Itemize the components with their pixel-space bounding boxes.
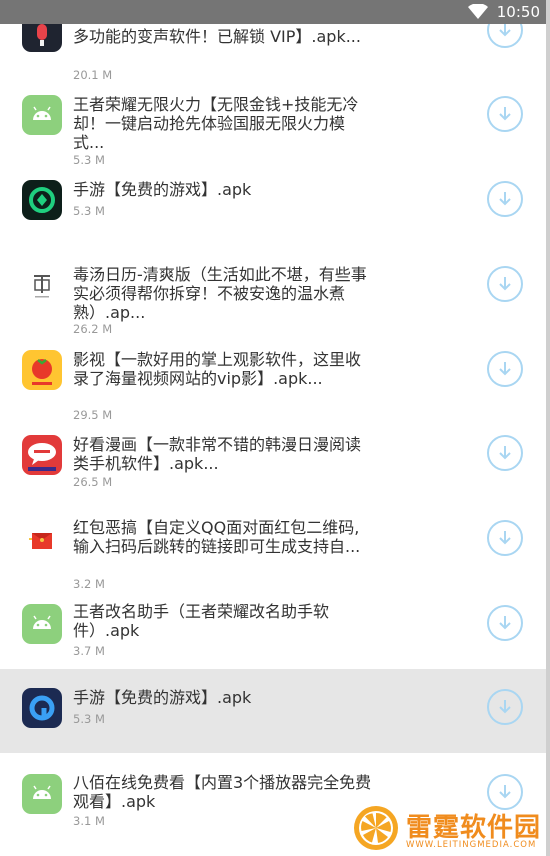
download-icon <box>499 192 511 206</box>
item-size: 5.3 M <box>73 153 105 167</box>
download-button[interactable] <box>487 96 523 132</box>
download-button[interactable] <box>487 520 523 556</box>
download-button[interactable] <box>487 605 523 641</box>
download-button[interactable] <box>487 351 523 387</box>
download-button[interactable] <box>487 181 523 217</box>
status-bar: 10:50 <box>0 0 550 24</box>
calendar-app-icon <box>22 265 62 305</box>
download-icon <box>499 23 511 37</box>
android-icon <box>22 774 62 814</box>
item-size: 20.1 M <box>73 68 113 82</box>
list-item[interactable]: 毒汤日历-清爽版（生活如此不堪，有些事实必须得帮你拆穿！不被安逸的温水煮熟）.a… <box>0 256 546 342</box>
item-title: 手游【免费的游戏】.apk <box>73 180 252 199</box>
download-icon <box>499 107 511 121</box>
item-title: 好看漫画【一款非常不错的韩漫日漫阅读类手机软件】.apk... <box>73 435 362 473</box>
watermark-name: 雷霆软件园 <box>406 813 542 843</box>
download-icon <box>499 362 511 376</box>
download-icon <box>499 531 511 545</box>
tomato-video-icon <box>22 350 62 390</box>
game-app-icon-blue <box>22 688 62 728</box>
list-item[interactable]: 王者改名助手（王者荣耀改名助手软件）.apk 3.7 M <box>0 596 546 669</box>
item-title: 红包恶搞【自定义QQ面对面红包二维码,输入扫码后跳转的链接即可生成支持自... <box>73 518 361 556</box>
download-icon <box>499 446 511 460</box>
download-button[interactable] <box>487 689 523 725</box>
download-icon <box>499 616 511 630</box>
download-button[interactable] <box>487 266 523 302</box>
item-title: 多功能的变声软件！已解锁 VIP】.apk... <box>73 27 361 46</box>
item-size: 26.5 M <box>73 475 113 489</box>
download-button[interactable] <box>487 435 523 471</box>
download-icon <box>499 785 511 799</box>
item-size: 3.1 M <box>73 814 105 828</box>
item-title: 八佰在线免费看【内置3个播放器完全免费观看】.apk <box>73 773 372 811</box>
item-title: 毒汤日历-清爽版（生活如此不堪，有些事实必须得帮你拆穿！不被安逸的温水煮熟）.a… <box>73 265 367 322</box>
item-title: 王者荣耀无限火力【无限金钱+技能无冷却！一键启动抢先体验国服无限火力模式... <box>73 95 359 152</box>
item-size: 3.7 M <box>73 644 105 658</box>
item-size: 3.2 M <box>73 577 105 591</box>
download-icon <box>499 277 511 291</box>
list-item[interactable]: 手游【免费的游戏】.apk 5.3 M <box>0 172 546 256</box>
list-item[interactable]: 好看漫画【一款非常不错的韩漫日漫阅读类手机软件】.apk... 26.5 M <box>0 426 546 510</box>
item-size: 5.3 M <box>73 712 105 726</box>
list-item-selected[interactable]: 手游【免费的游戏】.apk 5.3 M <box>0 669 546 753</box>
watermark: 雷霆软件园 WWW.LEITINGMEDIA.COM <box>346 800 550 856</box>
scroll-edge <box>546 0 550 856</box>
comic-app-icon <box>22 435 62 475</box>
android-icon <box>22 604 62 644</box>
item-title: 手游【免费的游戏】.apk <box>73 688 252 707</box>
item-title: 影视【一款好用的掌上观影软件，这里收录了海量视频网站的vip影】.apk... <box>73 350 362 388</box>
item-size: 5.3 M <box>73 204 105 218</box>
download-list: 多功能的变声软件！已解锁 VIP】.apk... 20.1 M 王者荣耀无限火力… <box>0 0 546 856</box>
game-app-icon <box>22 180 62 220</box>
list-item[interactable]: 影视【一款好用的掌上观影软件，这里收录了海量视频网站的vip影】.apk... … <box>0 342 546 426</box>
orange-slice-logo-icon <box>354 806 398 850</box>
wifi-icon <box>468 4 488 19</box>
red-envelope-icon <box>22 519 62 559</box>
item-size: 26.2 M <box>73 322 113 336</box>
item-title: 王者改名助手（王者荣耀改名助手软件）.apk <box>73 602 330 640</box>
android-icon <box>22 95 62 135</box>
list-item[interactable]: 王者荣耀无限火力【无限金钱+技能无冷却！一键启动抢先体验国服无限火力模式... … <box>0 86 546 172</box>
download-icon <box>499 700 511 714</box>
watermark-url: WWW.LEITINGMEDIA.COM <box>406 840 537 850</box>
list-item[interactable]: 红包恶搞【自定义QQ面对面红包二维码,输入扫码后跳转的链接即可生成支持自... … <box>0 510 546 596</box>
status-time: 10:50 <box>496 3 540 21</box>
item-size: 29.5 M <box>73 408 113 422</box>
